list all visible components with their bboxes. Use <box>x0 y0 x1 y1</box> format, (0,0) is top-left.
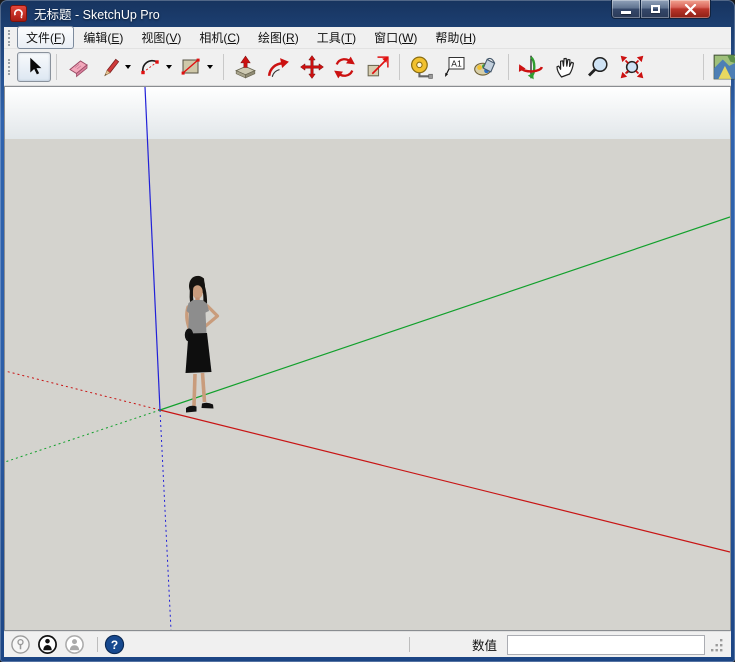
follow-me-icon <box>265 54 292 81</box>
select-tool-button[interactable] <box>17 52 51 82</box>
ground <box>5 139 730 630</box>
arc-dropdown[interactable] <box>166 65 172 69</box>
geolocation-button[interactable] <box>10 634 31 655</box>
sky <box>5 87 730 139</box>
zoom-icon <box>585 54 611 80</box>
svg-text:?: ? <box>111 638 118 652</box>
measurements-area: 数值 <box>409 635 725 655</box>
viewport-3d[interactable] <box>4 86 731 631</box>
paint-bucket-icon <box>472 53 500 81</box>
close-button[interactable] <box>670 0 711 19</box>
sketchup-window: 无标题 - SketchUp Pro 文件(F) 编辑(E) 视图(V) 相机(… <box>0 0 735 662</box>
measurements-input[interactable] <box>507 635 705 655</box>
push-pull-icon <box>232 54 259 81</box>
rotate-tool-button[interactable] <box>328 52 361 82</box>
sketchup-logo-icon <box>10 5 27 22</box>
rotate-icon <box>331 54 358 81</box>
pan-tool-button[interactable] <box>548 52 581 82</box>
arc-icon <box>137 54 163 80</box>
move-icon <box>299 54 325 80</box>
text-tool-button[interactable]: A1 <box>438 52 469 82</box>
get-models-tool-button[interactable] <box>709 52 735 82</box>
measurements-label: 数值 <box>472 635 497 654</box>
window-controls <box>611 0 711 19</box>
menu-item-help[interactable]: 帮助(H) <box>426 26 485 49</box>
menu-item-tools[interactable]: 工具(T) <box>308 26 365 49</box>
menu-item-camera[interactable]: 相机(C) <box>190 26 249 49</box>
menu-item-edit[interactable]: 编辑(E) <box>74 26 132 49</box>
tape-measure-icon <box>408 54 435 81</box>
svg-text:A1: A1 <box>451 59 462 69</box>
move-tool-button[interactable] <box>295 52 328 82</box>
paint-bucket-tool-button[interactable] <box>469 52 503 82</box>
model-canvas <box>5 87 730 630</box>
help-button[interactable]: ? <box>104 634 125 655</box>
eraser-tool-button[interactable] <box>62 52 96 82</box>
menubar-gripper[interactable] <box>8 30 13 46</box>
menu-item-window[interactable]: 窗口(W) <box>365 26 426 49</box>
pencil-icon <box>97 55 122 80</box>
resize-grip[interactable] <box>709 636 725 654</box>
close-icon <box>684 4 697 15</box>
rectangle-tool-button[interactable] <box>177 52 205 82</box>
tool-bar: A1 <box>4 49 731 86</box>
menu-item-view[interactable]: 视图(V) <box>132 26 190 49</box>
rectangle-dropdown[interactable] <box>207 65 213 69</box>
get-models-icon <box>712 53 735 81</box>
zoom-tool-button[interactable] <box>581 52 614 82</box>
maximize-icon <box>651 5 660 13</box>
menu-item-draw[interactable]: 绘图(R) <box>249 26 308 49</box>
select-arrow-icon <box>22 55 46 79</box>
text-icon: A1 <box>441 54 467 80</box>
line-dropdown[interactable] <box>125 65 131 69</box>
toolbar-gripper[interactable] <box>8 59 13 75</box>
orbit-icon <box>517 53 545 81</box>
rectangle-icon <box>178 54 204 80</box>
minimize-icon <box>621 11 631 14</box>
line-tool-button[interactable] <box>96 52 123 82</box>
scale-icon <box>364 54 391 81</box>
window-title: 无标题 - SketchUp Pro <box>34 4 160 23</box>
title-bar[interactable]: 无标题 - SketchUp Pro <box>0 0 735 27</box>
menu-item-file[interactable]: 文件(F) <box>17 26 74 49</box>
sign-in-button[interactable] <box>64 634 85 655</box>
orbit-tool-button[interactable] <box>514 52 548 82</box>
status-bar: ? 数值 <box>4 631 731 657</box>
pan-hand-icon <box>552 54 578 80</box>
menu-bar: 文件(F) 编辑(E) 视图(V) 相机(C) 绘图(R) 工具(T) 窗口(W… <box>4 27 731 49</box>
scale-tool-button[interactable] <box>361 52 394 82</box>
minimize-button[interactable] <box>611 0 641 19</box>
attribution-button[interactable] <box>37 634 58 655</box>
maximize-button[interactable] <box>641 0 670 19</box>
arc-tool-button[interactable] <box>136 52 164 82</box>
follow-me-tool-button[interactable] <box>262 52 295 82</box>
push-pull-tool-button[interactable] <box>229 52 262 82</box>
eraser-icon <box>66 54 92 80</box>
zoom-extents-tool-button[interactable] <box>614 52 650 82</box>
client-area: 文件(F) 编辑(E) 视图(V) 相机(C) 绘图(R) 工具(T) 窗口(W… <box>4 27 731 657</box>
zoom-extents-icon <box>618 53 646 81</box>
tape-measure-tool-button[interactable] <box>405 52 438 82</box>
